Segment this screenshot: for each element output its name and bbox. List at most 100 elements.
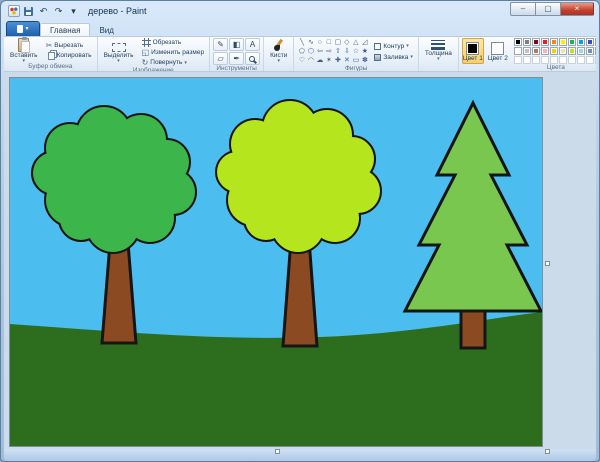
palette-swatch[interactable] <box>532 47 540 55</box>
paste-button[interactable]: Вставить ▾ <box>7 38 41 63</box>
ribbon: Вставить ▾ ✂ Вырезать Копировать Буфер о… <box>4 36 596 72</box>
palette-swatch[interactable] <box>559 38 567 46</box>
rotate-button[interactable]: ↻ Повернуть ▾ <box>140 58 207 67</box>
palette-swatch[interactable] <box>541 47 549 55</box>
drawing-canvas[interactable] <box>9 77 543 447</box>
brushes-button[interactable]: Кисти ▾ <box>267 38 290 63</box>
select-button[interactable]: Выделить ▾ <box>101 38 137 67</box>
palette-swatch[interactable] <box>514 38 522 46</box>
palette-empty-slot[interactable] <box>595 56 596 64</box>
palette-empty-slot[interactable] <box>532 56 540 64</box>
fill-tool-button[interactable]: ◧ <box>229 38 244 51</box>
shape-button[interactable]: ⇨ <box>324 47 333 56</box>
palette-empty-slot[interactable] <box>559 56 567 64</box>
palette-swatch[interactable] <box>541 38 549 46</box>
shape-fill-button[interactable]: Заливка ▾ <box>372 53 415 62</box>
brush-icon <box>273 39 285 52</box>
palette-swatch[interactable] <box>586 38 594 46</box>
paint-app-icon <box>8 5 20 17</box>
eraser-tool-button[interactable]: ▱ <box>213 52 228 65</box>
colors-group-label: Цвета <box>462 64 596 72</box>
palette-swatch[interactable] <box>550 47 558 55</box>
window-title: дерево - Paint <box>88 6 146 16</box>
color2-button[interactable]: Цвет 2 <box>487 38 509 64</box>
palette-empty-slot[interactable] <box>514 56 522 64</box>
shape-outline-button[interactable]: Контур ▾ <box>372 42 415 51</box>
palette-swatch[interactable] <box>577 47 585 55</box>
fill-label: Заливка <box>383 54 408 61</box>
tab-home[interactable]: Главная <box>40 23 90 36</box>
shape-button[interactable]: ☁ <box>315 56 324 65</box>
palette-swatch[interactable] <box>568 47 576 55</box>
palette-empty-slot[interactable] <box>568 56 576 64</box>
color1-button[interactable]: Цвет 1 <box>462 38 484 64</box>
shape-button[interactable]: ╲ <box>297 38 306 47</box>
palette-swatch[interactable] <box>568 38 576 46</box>
palette-empty-slot[interactable] <box>541 56 549 64</box>
redo-button[interactable]: ↷ <box>52 5 65 18</box>
shape-button[interactable]: ⬠ <box>297 47 306 56</box>
shape-button[interactable]: ⇦ <box>315 47 324 56</box>
palette-swatch[interactable] <box>586 47 594 55</box>
palette-empty-slot[interactable] <box>577 56 585 64</box>
palette-empty-slot[interactable] <box>586 56 594 64</box>
palette-swatch[interactable] <box>559 47 567 55</box>
canvas-resize-handle-corner[interactable] <box>545 449 550 454</box>
pencil-tool-button[interactable]: ✎ <box>213 38 228 51</box>
shape-button[interactable]: ⇩ <box>342 47 351 56</box>
cut-button[interactable]: ✂ Вырезать <box>44 41 94 50</box>
minimize-button[interactable]: – <box>510 2 535 16</box>
tree3-trunk <box>461 308 485 348</box>
shape-button[interactable]: △ <box>351 38 360 47</box>
save-button[interactable] <box>22 5 35 18</box>
shape-button[interactable]: ☆ <box>351 47 360 56</box>
clipboard-group-label: Буфер обмена <box>7 63 94 71</box>
save-icon <box>24 7 33 16</box>
palette-empty-slot[interactable] <box>523 56 531 64</box>
shape-button[interactable]: ⬡ <box>306 47 315 56</box>
tab-view[interactable]: Вид <box>90 24 122 36</box>
shape-button[interactable]: ♡ <box>297 56 306 65</box>
shape-button[interactable]: ✕ <box>342 56 351 65</box>
palette-swatch[interactable] <box>523 47 531 55</box>
canvas-resize-handle-bottom[interactable] <box>275 449 280 454</box>
close-button[interactable]: × <box>560 2 594 16</box>
shape-button[interactable]: ✽ <box>360 56 369 65</box>
qat-dropdown-button[interactable]: ▾ <box>67 5 80 18</box>
chevron-down-icon: ▾ <box>117 59 120 63</box>
undo-button[interactable]: ↶ <box>37 5 50 18</box>
palette-swatch[interactable] <box>532 38 540 46</box>
crop-icon <box>142 38 151 47</box>
shape-button[interactable]: ✚ <box>333 56 342 65</box>
palette-swatch[interactable] <box>595 47 596 55</box>
shape-button[interactable]: ◿ <box>360 38 369 47</box>
maximize-button[interactable]: ▢ <box>535 2 560 16</box>
copy-button[interactable]: Копировать <box>44 51 94 60</box>
palette-swatch[interactable] <box>514 47 522 55</box>
color1-label: Цвет 1 <box>463 55 483 62</box>
shape-button[interactable]: ▭ <box>351 56 360 65</box>
shape-button[interactable]: ▢ <box>333 38 342 47</box>
magnifier-tool-button[interactable] <box>245 52 260 65</box>
crop-button[interactable]: Обрезать <box>140 38 207 47</box>
palette-swatch[interactable] <box>577 38 585 46</box>
palette-swatch[interactable] <box>550 38 558 46</box>
text-tool-button[interactable]: A <box>245 38 260 51</box>
palette-empty-slot[interactable] <box>550 56 558 64</box>
shape-button[interactable]: ◇ <box>342 38 351 47</box>
palette-swatch[interactable] <box>595 38 596 46</box>
size-button[interactable]: Толщина ▾ <box>422 38 455 63</box>
palette-swatch[interactable] <box>523 38 531 46</box>
shape-button[interactable]: ✶ <box>324 56 333 65</box>
resize-button[interactable]: ◱ Изменить размер <box>140 48 207 57</box>
shape-button[interactable]: ○ <box>315 38 324 47</box>
shape-button[interactable]: □ <box>324 38 333 47</box>
canvas-resize-handle-right[interactable] <box>545 261 550 266</box>
paint-menu-button[interactable]: ▾ <box>6 21 40 36</box>
shape-button[interactable]: ⇧ <box>333 47 342 56</box>
color1-swatch <box>466 42 479 55</box>
shape-button[interactable]: ◠ <box>306 56 315 65</box>
color-picker-tool-button[interactable]: ✒ <box>229 52 244 65</box>
shape-button[interactable]: ∿ <box>306 38 315 47</box>
shape-button[interactable]: ★ <box>360 47 369 56</box>
